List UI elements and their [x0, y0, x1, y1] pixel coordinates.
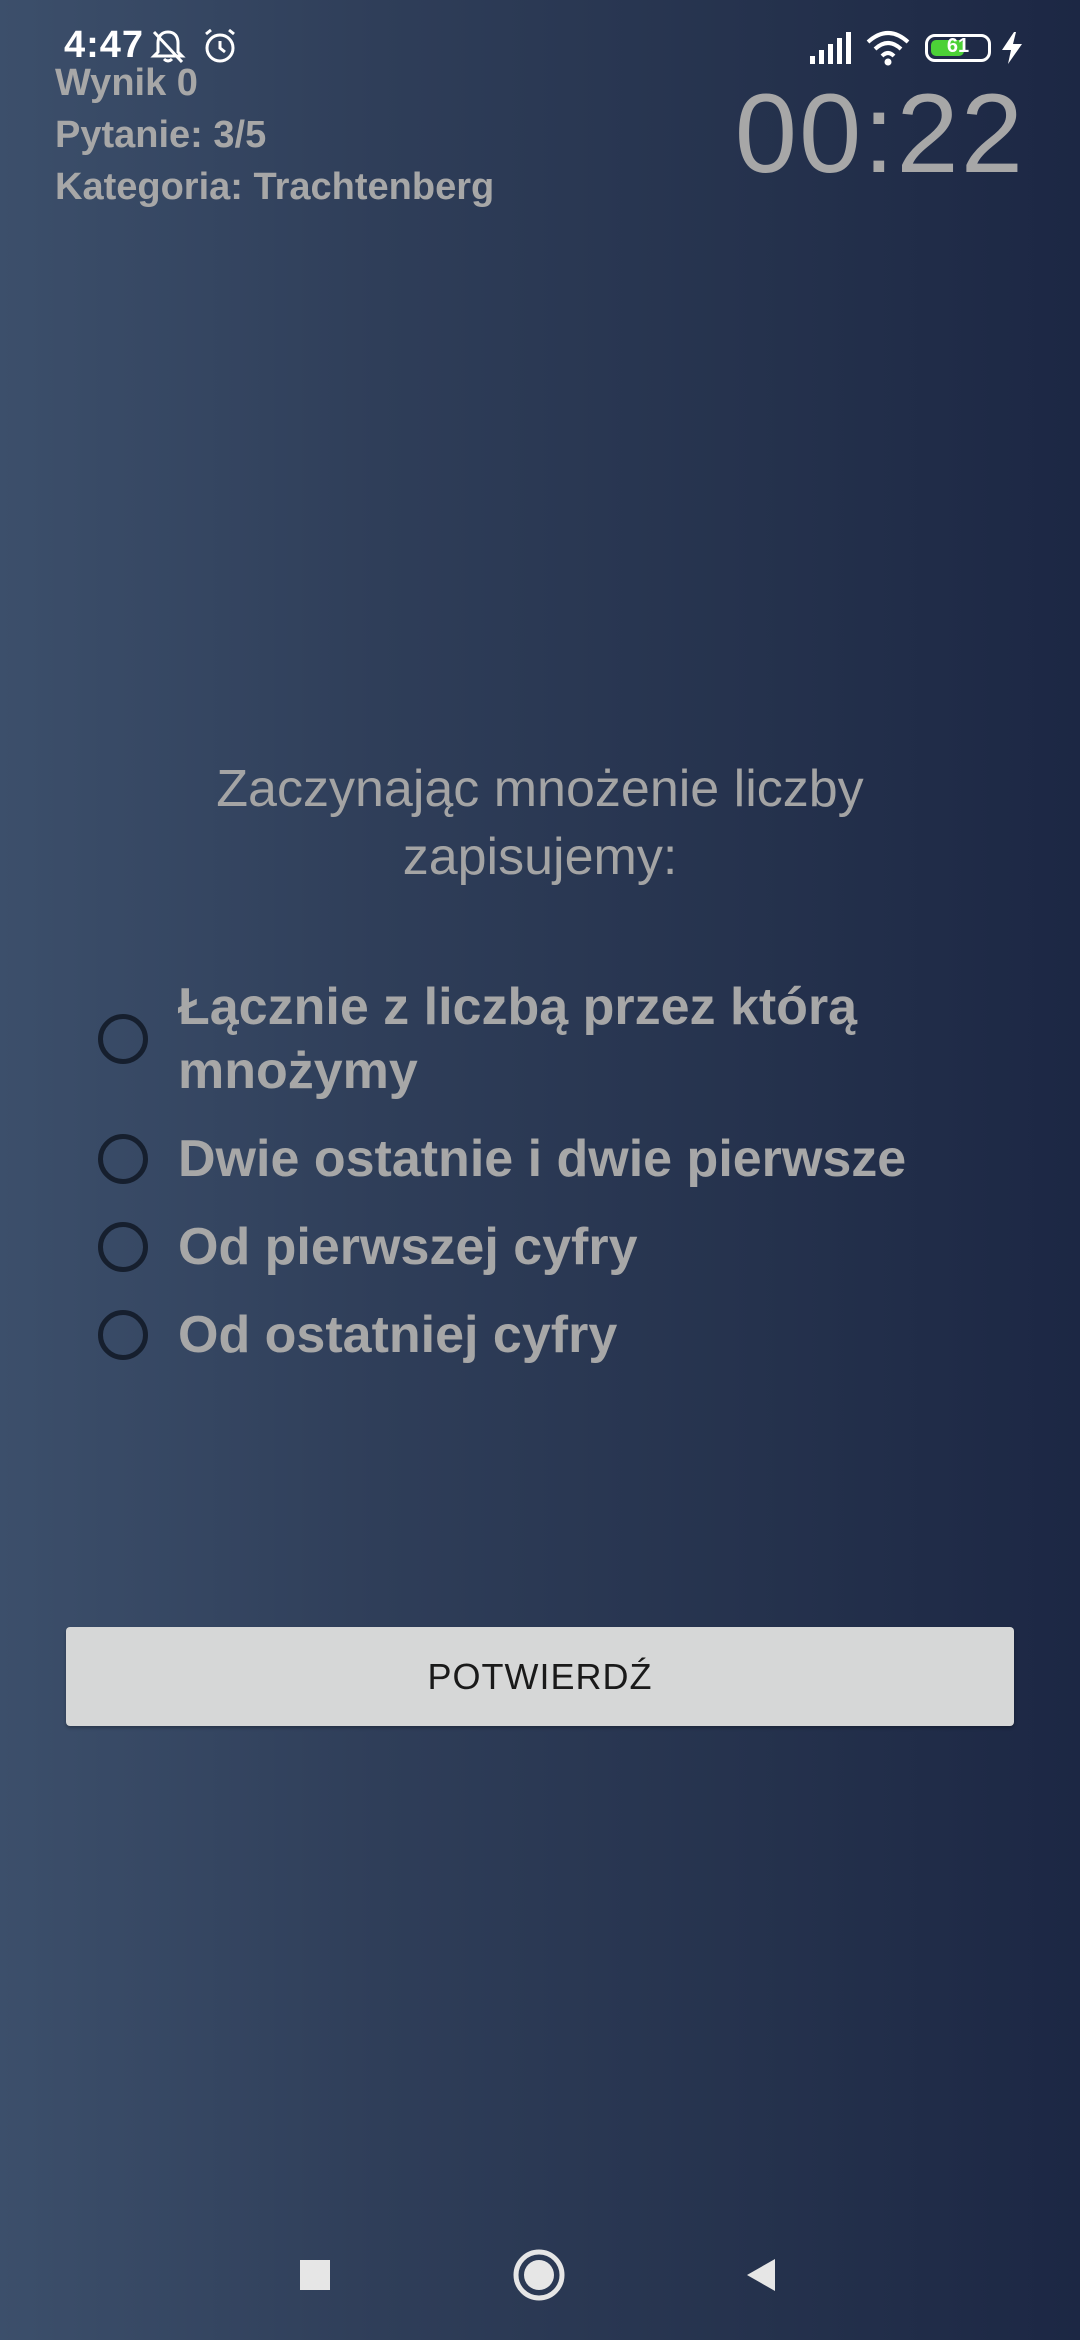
radio-button[interactable]	[98, 1310, 148, 1360]
question-counter: Pytanie: 3/5	[55, 114, 267, 156]
category-label: Kategoria: Trachtenberg	[55, 166, 495, 208]
answer-option-2[interactable]: Dwie ostatnie i dwie pierwsze	[98, 1127, 998, 1191]
answer-option-1[interactable]: Łącznie z liczbą przez którą mnożymy	[98, 975, 998, 1103]
radio-button[interactable]	[98, 1014, 148, 1064]
answer-label: Dwie ostatnie i dwie pierwsze	[178, 1130, 907, 1188]
battery-level: 61	[946, 35, 970, 57]
answer-label: Łącznie z liczbą przez którą mnożymy	[178, 978, 858, 1100]
score-label: Wynik 0	[55, 62, 198, 104]
answer-label: Od ostatniej cyfry	[178, 1306, 618, 1364]
countdown-timer: 00:22	[734, 71, 1025, 196]
status-time: 4:47	[64, 24, 145, 66]
charging-icon	[1000, 32, 1024, 69]
signal-icon	[810, 32, 854, 69]
radio-button[interactable]	[98, 1134, 148, 1184]
answer-label: Od pierwszej cyfry	[178, 1218, 638, 1276]
question-text: Zaczynając mnożenie liczby zapisujemy:	[216, 760, 864, 886]
alarm-icon	[200, 26, 240, 71]
answer-option-4[interactable]: Od ostatniej cyfry	[98, 1303, 998, 1367]
confirm-button[interactable]: POTWIERDŹ	[66, 1627, 1014, 1726]
recents-square-icon[interactable]	[280, 2240, 350, 2310]
wifi-icon	[866, 30, 910, 71]
answer-options: Łącznie z liczbą przez którą mnożymy Dwi…	[98, 975, 998, 1391]
home-circle-icon[interactable]	[504, 2240, 574, 2310]
answer-option-3[interactable]: Od pierwszej cyfry	[98, 1215, 998, 1279]
radio-button[interactable]	[98, 1222, 148, 1272]
back-triangle-icon[interactable]	[726, 2240, 796, 2310]
battery-icon: 61	[925, 34, 991, 62]
